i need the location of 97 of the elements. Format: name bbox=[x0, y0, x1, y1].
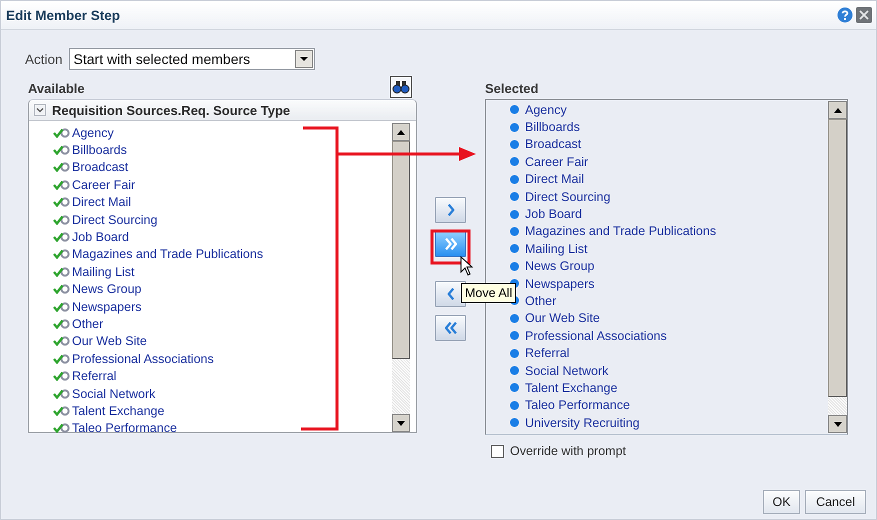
member-item[interactable]: Newspapers bbox=[72, 300, 142, 314]
close-icon[interactable] bbox=[856, 7, 872, 23]
member-item[interactable]: Job Board bbox=[72, 230, 129, 244]
tree-header[interactable]: Requisition Sources.Req. Source Type bbox=[29, 100, 416, 121]
member-item[interactable]: Career Fair bbox=[525, 154, 588, 169]
member-item[interactable]: Talent Exchange bbox=[525, 380, 618, 395]
move-button[interactable] bbox=[435, 197, 466, 223]
bullet-icon bbox=[510, 314, 519, 323]
member-check-icon bbox=[53, 336, 70, 346]
override-checkbox[interactable] bbox=[491, 444, 504, 458]
member-item[interactable]: University Recruiting bbox=[525, 416, 640, 430]
cursor-icon bbox=[460, 256, 474, 276]
member-check-icon bbox=[53, 406, 70, 416]
member-item[interactable]: Professional Associations bbox=[525, 328, 667, 343]
collapse-icon[interactable] bbox=[34, 104, 46, 116]
member-item[interactable]: Job Board bbox=[525, 207, 582, 222]
member-check-icon bbox=[53, 145, 70, 156]
member-item[interactable]: Social Network bbox=[525, 364, 608, 378]
cancel-button[interactable]: Cancel bbox=[805, 490, 866, 514]
member-check-icon bbox=[53, 249, 70, 260]
bullet-icon bbox=[510, 140, 519, 149]
member-item[interactable]: Taleo Performance bbox=[72, 421, 177, 436]
up-arrow-icon[interactable] bbox=[834, 108, 842, 112]
member-item[interactable]: Magazines and Trade Publications bbox=[72, 247, 264, 262]
override-label: Override with prompt bbox=[510, 444, 626, 458]
member-item[interactable]: News Group bbox=[72, 282, 142, 296]
member-item[interactable]: Magazines and Trade Publications bbox=[525, 224, 716, 238]
window-title: Edit Member Step bbox=[6, 8, 120, 22]
member-item[interactable]: Taleo Performance bbox=[525, 398, 630, 412]
member-check-icon bbox=[53, 162, 70, 172]
member-item[interactable]: Other bbox=[525, 294, 556, 308]
member-item[interactable]: Agency bbox=[72, 126, 114, 140]
binoculars-icon[interactable] bbox=[390, 76, 412, 98]
member-item[interactable]: Referral bbox=[525, 346, 570, 360]
bullet-icon bbox=[510, 262, 519, 271]
move-all-button[interactable] bbox=[435, 231, 466, 257]
member-item[interactable]: News Group bbox=[525, 259, 594, 274]
bullet-icon bbox=[510, 192, 519, 202]
bullet-icon bbox=[510, 366, 519, 376]
available-label: Available bbox=[28, 81, 85, 98]
highlight-frame bbox=[430, 230, 470, 264]
bullet-icon bbox=[510, 122, 519, 132]
remove-all-button[interactable] bbox=[435, 315, 466, 341]
member-check-icon bbox=[53, 214, 70, 225]
member-check-icon bbox=[53, 302, 70, 312]
member-item[interactable]: Broadcast bbox=[525, 137, 582, 152]
bullet-icon bbox=[510, 210, 519, 219]
bullet-icon bbox=[510, 400, 519, 410]
ok-button[interactable]: OK bbox=[763, 490, 800, 514]
member-check-icon bbox=[53, 318, 70, 329]
member-item[interactable]: Professional Associations bbox=[72, 352, 214, 366]
member-check-icon bbox=[53, 266, 70, 277]
member-check-icon bbox=[53, 232, 70, 242]
down-arrow-icon[interactable] bbox=[834, 422, 842, 426]
member-item[interactable]: Referral bbox=[72, 369, 116, 384]
member-item[interactable]: Other bbox=[72, 316, 104, 331]
bullet-icon bbox=[510, 105, 519, 114]
member-item[interactable]: Our Web Site bbox=[72, 334, 147, 348]
bullet-icon bbox=[510, 331, 519, 340]
member-item[interactable]: Broadcast bbox=[72, 160, 128, 174]
member-item[interactable]: Social Network bbox=[72, 386, 156, 401]
member-item[interactable]: Our Web Site bbox=[525, 311, 600, 326]
bullet-icon bbox=[510, 174, 519, 184]
bullet-icon bbox=[510, 244, 519, 254]
member-item[interactable]: Mailing List bbox=[72, 264, 135, 279]
help-icon[interactable] bbox=[837, 7, 853, 23]
bullet-icon bbox=[510, 383, 519, 392]
action-dropdown[interactable]: Start with selected members bbox=[68, 48, 315, 70]
member-check-icon bbox=[53, 284, 70, 294]
tooltip: Move All bbox=[461, 283, 516, 303]
member-item[interactable]: Career Fair bbox=[72, 178, 136, 192]
bullet-icon bbox=[510, 157, 519, 166]
member-check-icon bbox=[53, 180, 70, 190]
member-item[interactable]: Direct Sourcing bbox=[72, 212, 158, 227]
member-check-icon bbox=[53, 128, 70, 138]
member-check-icon bbox=[53, 354, 70, 364]
member-item[interactable]: Direct Sourcing bbox=[525, 190, 610, 204]
member-item[interactable]: Billboards bbox=[525, 120, 580, 134]
bullet-icon bbox=[510, 348, 519, 358]
member-item[interactable]: Direct Mail bbox=[525, 172, 584, 186]
member-item[interactable]: Billboards bbox=[72, 143, 127, 158]
scrollbar[interactable] bbox=[828, 101, 847, 433]
member-check-icon bbox=[53, 371, 70, 382]
selected-label: Selected bbox=[485, 81, 538, 98]
up-arrow-icon[interactable] bbox=[397, 130, 405, 134]
scrollbar[interactable] bbox=[392, 123, 410, 432]
member-check-icon bbox=[53, 197, 70, 208]
bullet-icon bbox=[510, 418, 519, 428]
member-item[interactable]: Direct Mail bbox=[72, 195, 132, 210]
bullet-icon bbox=[510, 226, 519, 236]
action-label: Action bbox=[25, 52, 63, 66]
member-item[interactable]: Mailing List bbox=[525, 242, 588, 256]
member-item[interactable]: Agency bbox=[525, 102, 567, 117]
member-item[interactable]: Talent Exchange bbox=[72, 404, 164, 418]
member-item[interactable]: Newspapers bbox=[525, 276, 594, 291]
member-check-icon bbox=[53, 388, 70, 399]
down-arrow-icon[interactable] bbox=[397, 420, 405, 426]
